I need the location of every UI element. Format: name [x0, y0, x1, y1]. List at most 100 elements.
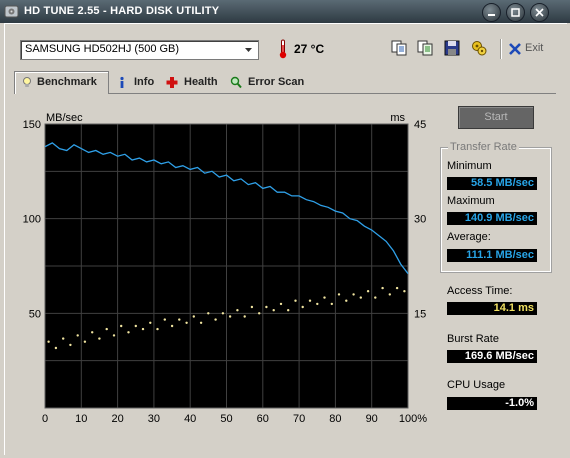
cpu-usage-value: -1.0%	[447, 397, 537, 410]
maximize-button[interactable]	[506, 3, 525, 22]
access-time-point	[403, 290, 406, 293]
access-time-point	[330, 302, 333, 306]
chart-x-tick-label: 80	[329, 413, 341, 425]
chart-x-tick-label: 90	[366, 413, 378, 425]
access-time-point	[345, 299, 348, 302]
tab-info-label: Info	[134, 76, 155, 88]
access-time-point	[62, 337, 65, 340]
close-icon	[535, 8, 544, 17]
access-time-point	[250, 305, 254, 309]
access-time-point	[228, 315, 232, 318]
access-time-point	[337, 293, 341, 296]
exit-icon	[509, 43, 521, 55]
chart-x-tick-label: 40	[184, 413, 196, 425]
access-time-point	[47, 340, 50, 343]
access-time-point	[120, 324, 123, 328]
maximum-value: 140.9 MB/sec	[447, 212, 537, 225]
copy-icon[interactable]	[390, 39, 408, 57]
title-bar: HD TUNE 2.55 - HARD DISK UTILITY	[0, 0, 570, 23]
minimize-icon	[488, 14, 495, 16]
access-time-point	[192, 315, 195, 318]
access-time-point	[374, 296, 377, 299]
tab-health[interactable]: Health	[166, 75, 224, 93]
minimum-label: Minimum	[447, 160, 492, 172]
drive-select-value: SAMSUNG HD502HJ (500 GB)	[25, 43, 180, 55]
chart-right-tick-label: 45	[414, 119, 426, 131]
access-time-point	[352, 293, 355, 296]
average-value: 111.1 MB/sec	[447, 249, 537, 262]
chart-x-tick-label: 30	[148, 413, 160, 425]
access-time-point	[98, 337, 101, 340]
access-time-point	[388, 293, 391, 296]
access-time-point	[141, 327, 145, 331]
health-cross-icon	[166, 77, 178, 88]
magnifier-icon	[230, 76, 242, 89]
access-time-point	[366, 290, 370, 293]
access-time-point	[207, 312, 210, 315]
drive-select[interactable]: SAMSUNG HD502HJ (500 GB)	[20, 40, 259, 60]
access-time-point	[185, 321, 188, 324]
app-icon	[4, 5, 19, 18]
access-time-point	[316, 302, 319, 306]
chart-x-tick-label: 100%	[399, 413, 427, 425]
minimum-value: 58.5 MB/sec	[447, 177, 537, 190]
cpu-usage-label: CPU Usage	[447, 379, 506, 391]
bulb-icon	[23, 77, 31, 87]
access-time-point	[69, 343, 72, 347]
chart-right-tick-label: 15	[414, 308, 426, 320]
chart-left-tick-label: 50	[29, 308, 41, 320]
tab-benchmark[interactable]: Benchmark	[14, 71, 109, 94]
access-time-point	[178, 318, 181, 321]
tab-benchmark-label: Benchmark	[37, 76, 97, 88]
access-time-point	[381, 286, 384, 290]
access-time-point	[294, 299, 297, 302]
exit-label: Exit	[525, 42, 544, 54]
access-time-point	[272, 309, 275, 312]
chart-x-tick-label: 0	[42, 413, 48, 425]
chart-right-tick-label: 30	[414, 214, 426, 226]
options-icon[interactable]	[470, 39, 488, 57]
minimize-button[interactable]	[482, 3, 501, 22]
chart-x-tick-label: 10	[75, 413, 87, 425]
access-time-point	[243, 315, 246, 318]
access-time-point	[112, 334, 116, 337]
chevron-down-icon	[245, 48, 252, 52]
chart-left-axis-label: MB/sec	[46, 112, 83, 124]
access-time-point	[287, 309, 290, 312]
access-time-point	[221, 312, 225, 315]
access-time-point	[199, 321, 203, 324]
access-time-point	[76, 334, 79, 337]
tab-error-scan[interactable]: Error Scan	[230, 75, 326, 93]
save-icon[interactable]	[443, 39, 461, 57]
access-time-point	[163, 318, 166, 321]
thermometer-icon	[279, 39, 287, 59]
tab-info[interactable]: Info	[116, 75, 162, 93]
access-time-point	[83, 340, 87, 343]
chart-left-tick-label: 100	[23, 214, 41, 226]
temperature-readout: 27 °C	[294, 42, 325, 56]
access-time-point	[134, 324, 137, 328]
maximize-icon	[511, 8, 520, 17]
access-time-point	[301, 305, 304, 309]
access-time-point	[359, 296, 362, 299]
chart-x-tick-label: 20	[111, 413, 123, 425]
access-time-point	[395, 286, 399, 290]
access-time-label: Access Time:	[447, 285, 513, 297]
toolbar-separator	[500, 39, 502, 59]
transfer-rate-title: Transfer Rate	[448, 141, 519, 153]
maximum-label: Maximum	[447, 195, 495, 207]
copy-all-icon[interactable]	[416, 39, 434, 57]
access-time-point	[258, 312, 261, 315]
access-time-point	[236, 309, 239, 312]
tab-error-scan-label: Error Scan	[248, 76, 305, 88]
chart-x-tick-label: 70	[293, 413, 305, 425]
access-time-point	[279, 302, 283, 306]
access-time-point	[91, 331, 94, 334]
chart-right-axis-label: ms	[390, 112, 405, 124]
close-button[interactable]	[530, 3, 549, 22]
start-button[interactable]: Start	[458, 106, 534, 129]
chart-x-tick-label: 60	[257, 413, 269, 425]
info-icon	[120, 76, 124, 88]
window-title: HD TUNE 2.55 - HARD DISK UTILITY	[24, 5, 220, 17]
access-time-value: 14.1 ms	[447, 302, 537, 315]
